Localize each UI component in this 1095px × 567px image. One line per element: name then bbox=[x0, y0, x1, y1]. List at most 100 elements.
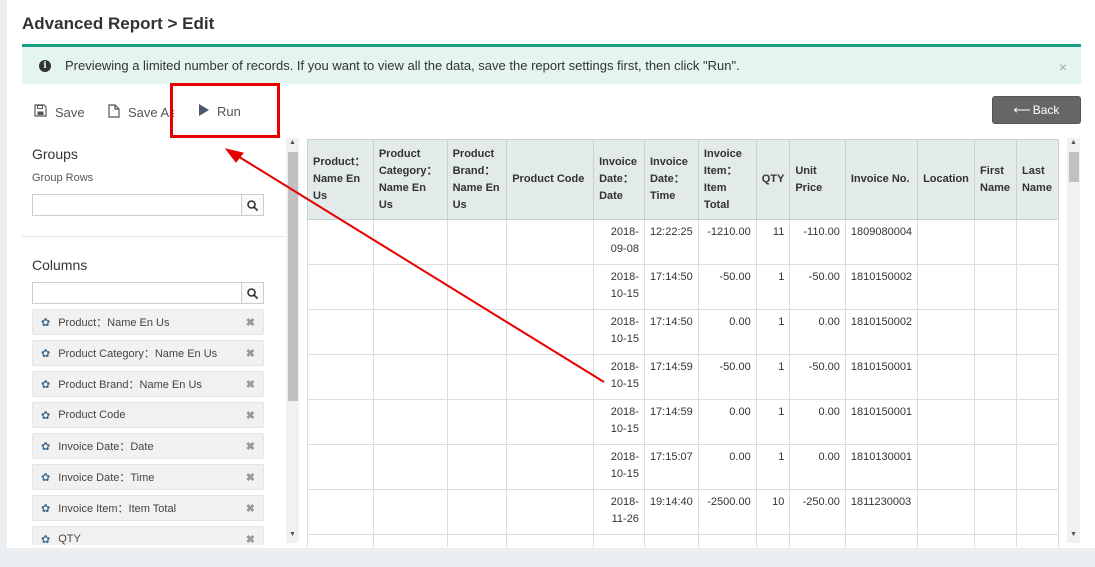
table-row: 2018-10-15 17:14:59 0.00 1 0.00 18101500… bbox=[307, 399, 1059, 445]
column-item[interactable]: ✿ Invoice Date：Time ✖ bbox=[32, 464, 264, 490]
invoice-no-cell: 1810150002 bbox=[844, 309, 919, 355]
remove-icon[interactable]: ✖ bbox=[246, 347, 255, 360]
column-header[interactable]: Product Category：Name En Us bbox=[372, 139, 448, 220]
table-row: 2018-10-15 17:15:07 0.00 1 0.00 18101300… bbox=[307, 444, 1059, 490]
remove-icon[interactable]: ✖ bbox=[246, 533, 255, 545]
divider bbox=[22, 236, 285, 237]
column-item[interactable]: ✿ Invoice Item：Item Total ✖ bbox=[32, 495, 264, 521]
column-header[interactable]: Product Brand：Name En Us bbox=[446, 139, 508, 220]
scrollbar-thumb[interactable] bbox=[1069, 152, 1079, 182]
gear-icon[interactable]: ✿ bbox=[41, 316, 50, 329]
table-row: 2018-11-26 19:14:40 -2500.00 10 -250.00 … bbox=[307, 489, 1059, 535]
scrollbar-thumb[interactable] bbox=[288, 152, 298, 401]
qty-cell: 1 bbox=[755, 264, 791, 310]
date-cell: 2018-11-26 bbox=[593, 489, 645, 535]
item-total-cell: 0.00 bbox=[697, 444, 757, 490]
column-item[interactable]: ✿ Product：Name En Us ✖ bbox=[32, 309, 264, 335]
back-button[interactable]: ⟵ Back bbox=[992, 96, 1081, 124]
column-item[interactable]: ✿ Product Code ✖ bbox=[32, 402, 264, 428]
invoice-no-cell: 1810130001 bbox=[844, 444, 919, 490]
unit-price-cell: -50.00 bbox=[789, 264, 846, 310]
remove-icon[interactable]: ✖ bbox=[246, 471, 255, 484]
remove-icon[interactable]: ✖ bbox=[246, 316, 255, 329]
gear-icon[interactable]: ✿ bbox=[41, 347, 50, 360]
gear-icon[interactable]: ✿ bbox=[41, 502, 50, 515]
column-header[interactable]: First Name bbox=[974, 139, 1017, 220]
item-total-cell: 0.00 bbox=[697, 399, 757, 445]
column-item-label: Product Category：Name En Us bbox=[58, 348, 218, 360]
gear-icon[interactable]: ✿ bbox=[41, 533, 50, 546]
columns-search bbox=[32, 282, 264, 304]
unit-price-cell: -50.00 bbox=[789, 354, 846, 400]
save-button[interactable]: Save bbox=[34, 104, 85, 120]
alert-message: Previewing a limited number of records. … bbox=[65, 58, 740, 73]
scroll-down-icon[interactable]: ▼ bbox=[1067, 531, 1080, 538]
column-header[interactable]: Product：Name En Us bbox=[307, 139, 374, 220]
column-item-label: QTY bbox=[58, 533, 81, 545]
gear-icon[interactable]: ✿ bbox=[41, 440, 50, 453]
time-cell: 17:15:07 bbox=[643, 444, 699, 490]
qty-cell: 1 bbox=[755, 444, 791, 490]
remove-icon[interactable]: ✖ bbox=[246, 378, 255, 391]
qty-cell: 1 bbox=[755, 399, 791, 445]
column-header[interactable]: Last Name bbox=[1015, 139, 1059, 220]
column-item-label: Invoice Date：Date bbox=[58, 441, 154, 453]
table-row bbox=[307, 534, 1059, 547]
qty-cell: 1 bbox=[755, 309, 791, 355]
sidebar-scrollbar[interactable]: ▲ ▼ bbox=[286, 138, 299, 543]
search-icon[interactable] bbox=[241, 283, 263, 303]
preview-alert: i Previewing a limited number of records… bbox=[22, 44, 1081, 84]
column-header[interactable]: Invoice No. bbox=[844, 139, 919, 220]
groups-search-input[interactable] bbox=[33, 195, 241, 215]
invoice-no-cell: 1810150001 bbox=[844, 399, 919, 445]
save-label: Save bbox=[55, 104, 85, 120]
scroll-up-icon[interactable]: ▲ bbox=[286, 139, 299, 146]
column-item[interactable]: ✿ Invoice Date：Date ✖ bbox=[32, 433, 264, 459]
column-item[interactable]: ✿ Product Category：Name En Us ✖ bbox=[32, 340, 264, 366]
gear-icon[interactable]: ✿ bbox=[41, 409, 50, 422]
column-header[interactable]: Invoice Date：Time bbox=[643, 139, 699, 220]
item-total-cell: 0.00 bbox=[697, 309, 757, 355]
remove-icon[interactable]: ✖ bbox=[246, 502, 255, 515]
column-header[interactable]: Location bbox=[917, 139, 976, 220]
columns-search-input[interactable] bbox=[33, 283, 241, 303]
column-item[interactable]: ✿ QTY ✖ bbox=[32, 526, 264, 545]
scroll-up-icon[interactable]: ▲ bbox=[1067, 139, 1080, 146]
save-as-button[interactable]: Save As bbox=[108, 104, 174, 121]
column-item-label: Invoice Item：Item Total bbox=[58, 503, 177, 515]
invoice-no-cell: 1810150002 bbox=[844, 264, 919, 310]
column-item-label: Invoice Date：Time bbox=[58, 472, 155, 484]
gear-icon[interactable]: ✿ bbox=[41, 378, 50, 391]
time-cell: 19:14:40 bbox=[643, 489, 699, 535]
time-cell: 12:22:25 bbox=[643, 219, 699, 265]
column-item[interactable]: ✿ Product Brand：Name En Us ✖ bbox=[32, 371, 264, 397]
invoice-no-cell: 1809080004 bbox=[844, 219, 919, 265]
qty-cell: 1 bbox=[755, 354, 791, 400]
page-title: Advanced Report > Edit bbox=[22, 14, 215, 33]
search-icon[interactable] bbox=[241, 195, 263, 215]
invoice-no-cell: 1811230003 bbox=[844, 489, 919, 535]
date-cell: 2018-10-15 bbox=[593, 309, 645, 355]
column-header[interactable]: Unit Price bbox=[789, 139, 846, 220]
column-header[interactable]: QTY bbox=[755, 139, 791, 220]
gear-icon[interactable]: ✿ bbox=[41, 471, 50, 484]
unit-price-cell: 0.00 bbox=[789, 444, 846, 490]
scroll-down-icon[interactable]: ▼ bbox=[286, 531, 299, 538]
column-header[interactable]: Product Code bbox=[506, 139, 595, 220]
column-header[interactable]: Invoice Item：Item Total bbox=[697, 139, 757, 220]
close-icon[interactable]: × bbox=[1059, 59, 1067, 75]
save-as-label: Save As bbox=[128, 105, 174, 120]
date-cell: 2018-10-15 bbox=[593, 354, 645, 400]
column-item-label: Product：Name En Us bbox=[58, 317, 170, 329]
item-total-cell: -50.00 bbox=[697, 354, 757, 400]
remove-icon[interactable]: ✖ bbox=[246, 440, 255, 453]
arrow-left-icon: ⟵ bbox=[1013, 103, 1031, 117]
table-row: 2018-10-15 17:14:50 0.00 1 0.00 18101500… bbox=[307, 309, 1059, 355]
table-header-row: Product：Name En Us Product Category：Name… bbox=[307, 139, 1059, 220]
groups-search bbox=[32, 194, 264, 216]
save-icon bbox=[34, 104, 47, 120]
remove-icon[interactable]: ✖ bbox=[246, 409, 255, 422]
qty-cell: 10 bbox=[755, 489, 791, 535]
column-header[interactable]: Invoice Date：Date bbox=[593, 139, 645, 220]
table-scrollbar[interactable]: ▲ ▼ bbox=[1067, 138, 1080, 543]
